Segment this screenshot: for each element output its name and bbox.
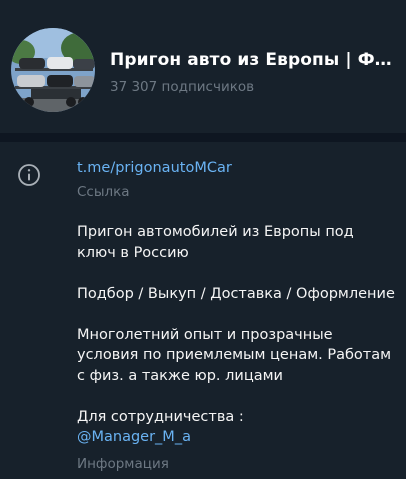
link-caption: Ссылка xyxy=(77,184,130,200)
description-line: Для сотрудничества : xyxy=(77,408,244,425)
channel-link[interactable]: t.me/prigonautoMCar xyxy=(77,160,232,176)
section-divider xyxy=(0,133,406,142)
channel-description: Пригон автомобилей из Европы под ключ в … xyxy=(77,222,397,448)
description-line: Пригон автомобилей из Европы под ключ в … xyxy=(77,224,354,261)
channel-avatar[interactable] xyxy=(11,28,95,112)
manager-mention-link[interactable]: @Manager_M_a xyxy=(77,427,397,448)
channel-header: Пригон авто из Европы | Франция 37 307 п… xyxy=(0,0,406,133)
description-line: Многолетний опыт и прозрачные условия по… xyxy=(77,326,392,384)
description-line: Подбор / Выкуп / Доставка / Оформление xyxy=(77,285,395,302)
description-caption: Информация xyxy=(77,456,169,472)
channel-title: Пригон авто из Европы | Франция xyxy=(110,50,402,70)
info-icon xyxy=(18,164,40,186)
car-transporter-image xyxy=(11,28,95,112)
subscriber-count: 37 307 подписчиков xyxy=(110,79,255,95)
channel-info-panel: Пригон авто из Европы | Франция 37 307 п… xyxy=(0,0,406,479)
